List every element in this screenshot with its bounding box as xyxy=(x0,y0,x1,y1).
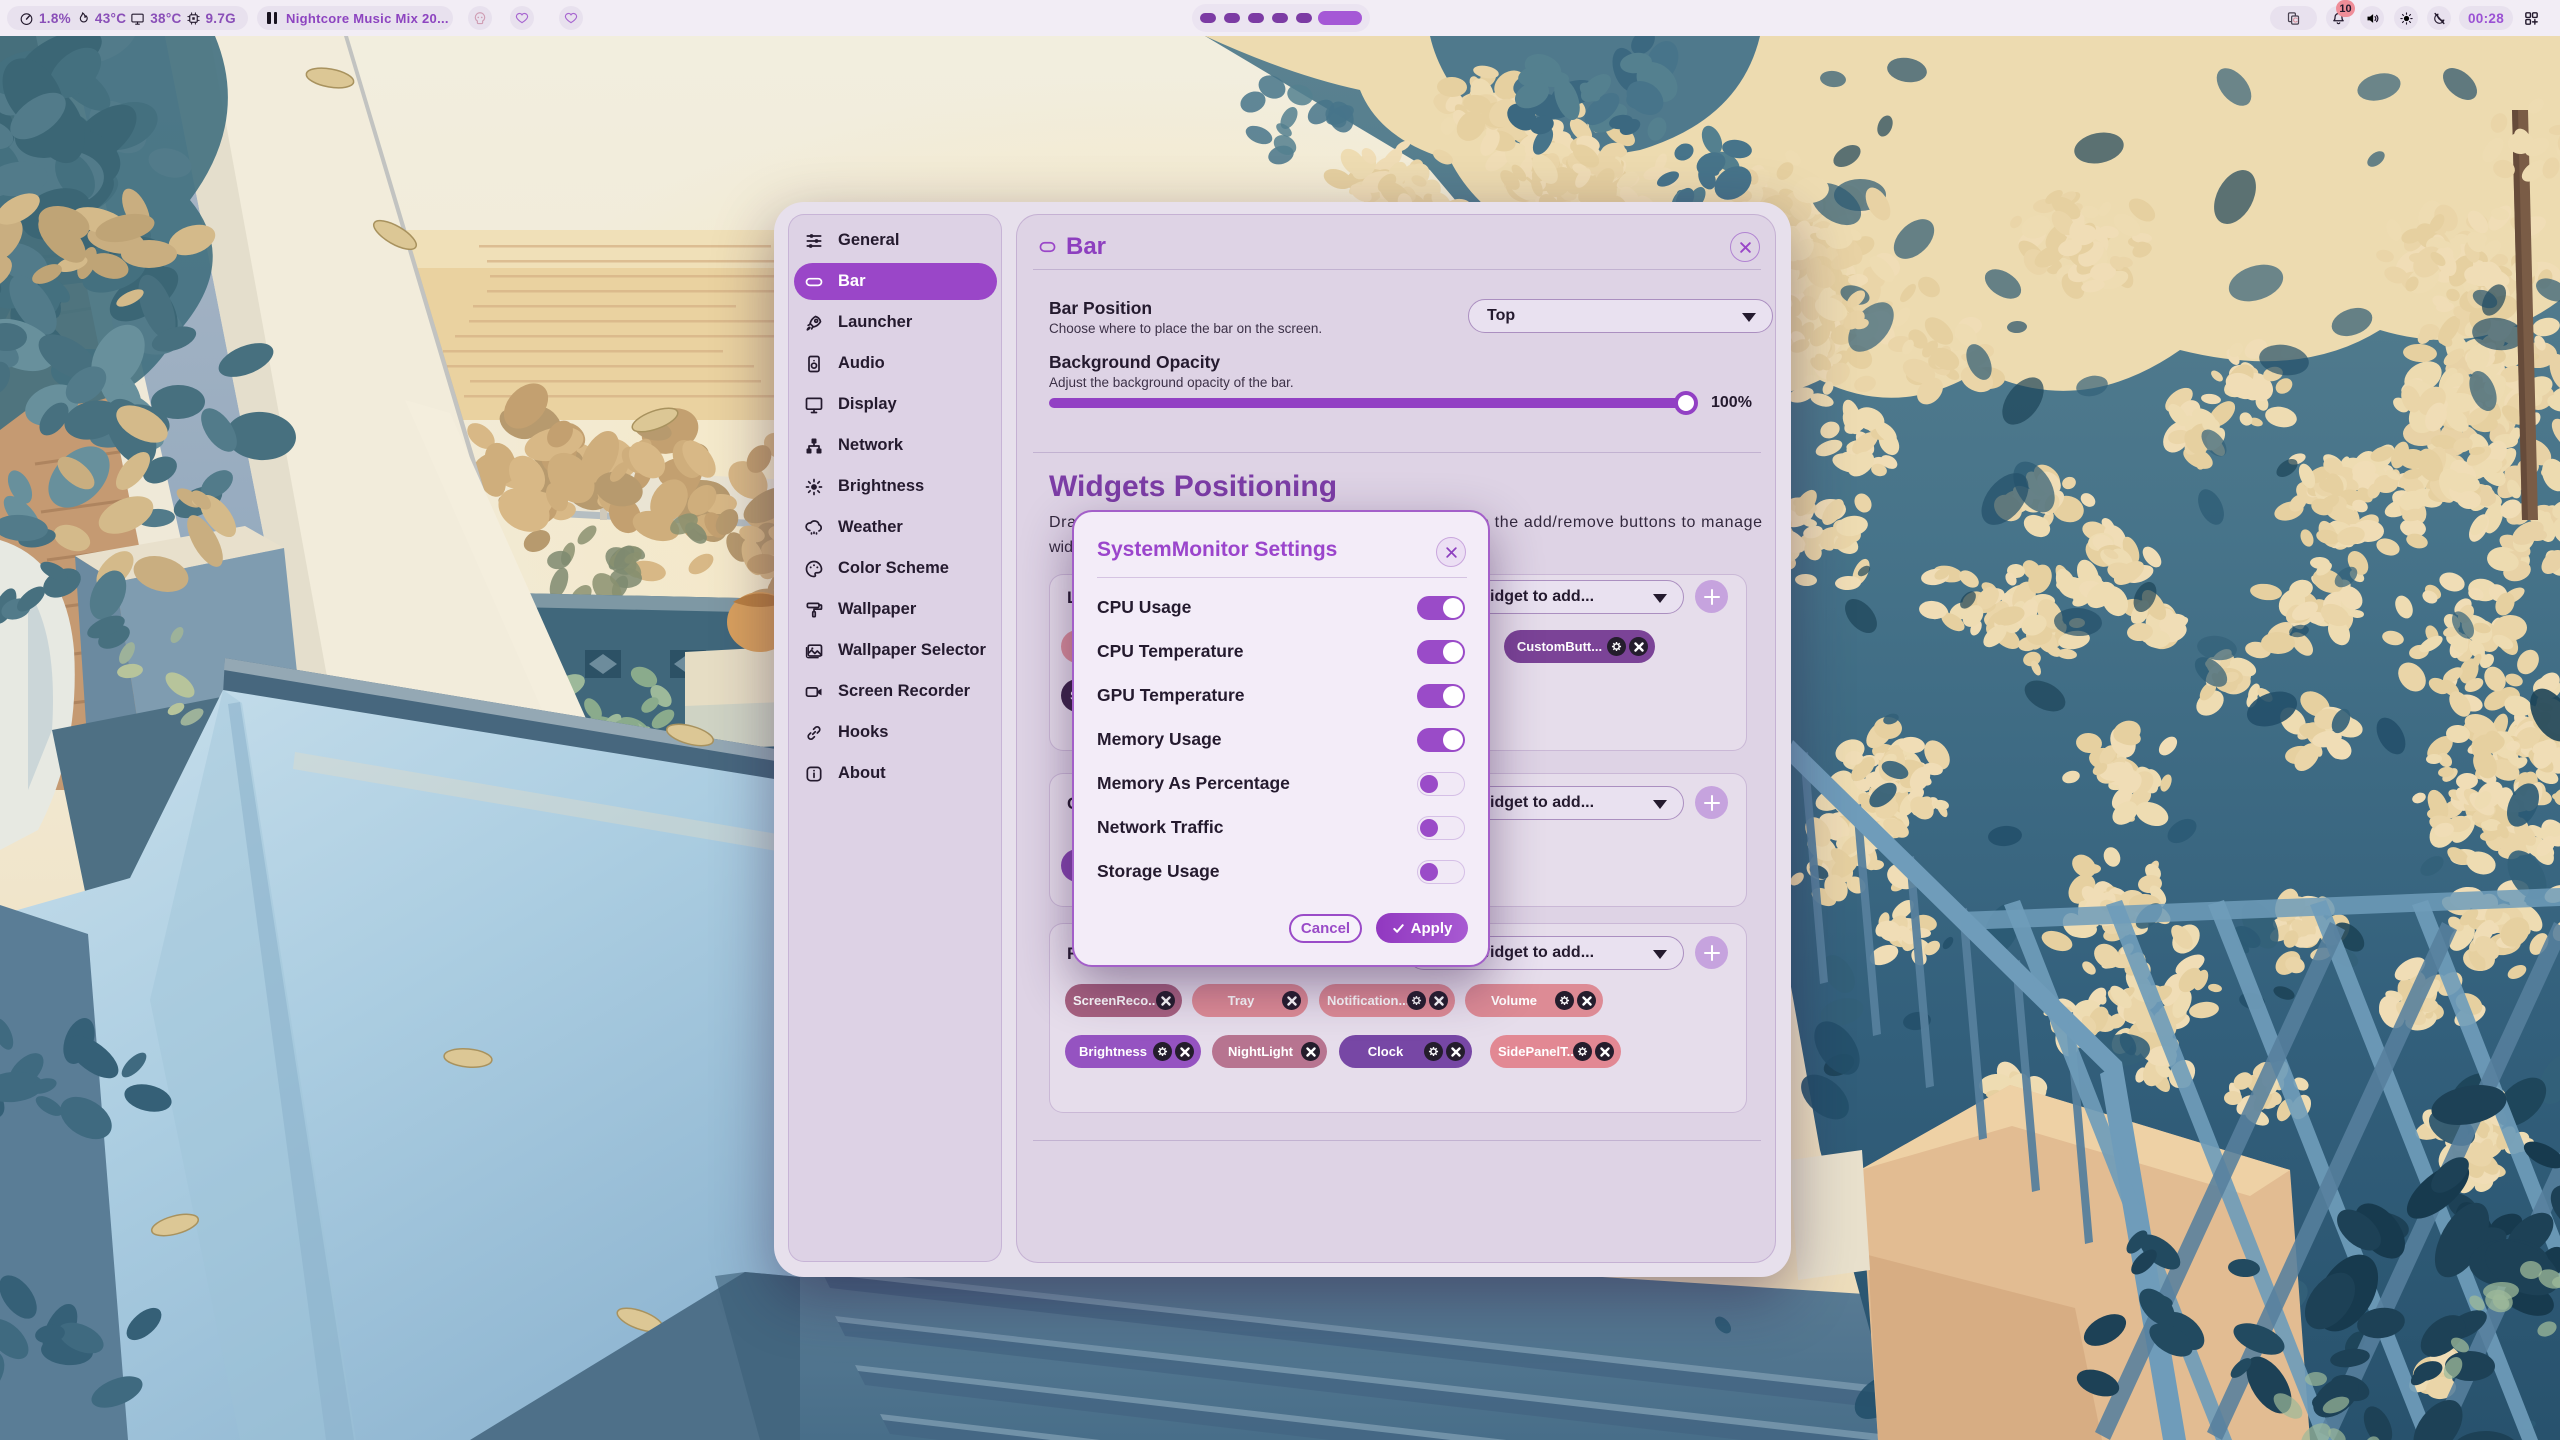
svg-text:C: C xyxy=(2293,17,2298,24)
